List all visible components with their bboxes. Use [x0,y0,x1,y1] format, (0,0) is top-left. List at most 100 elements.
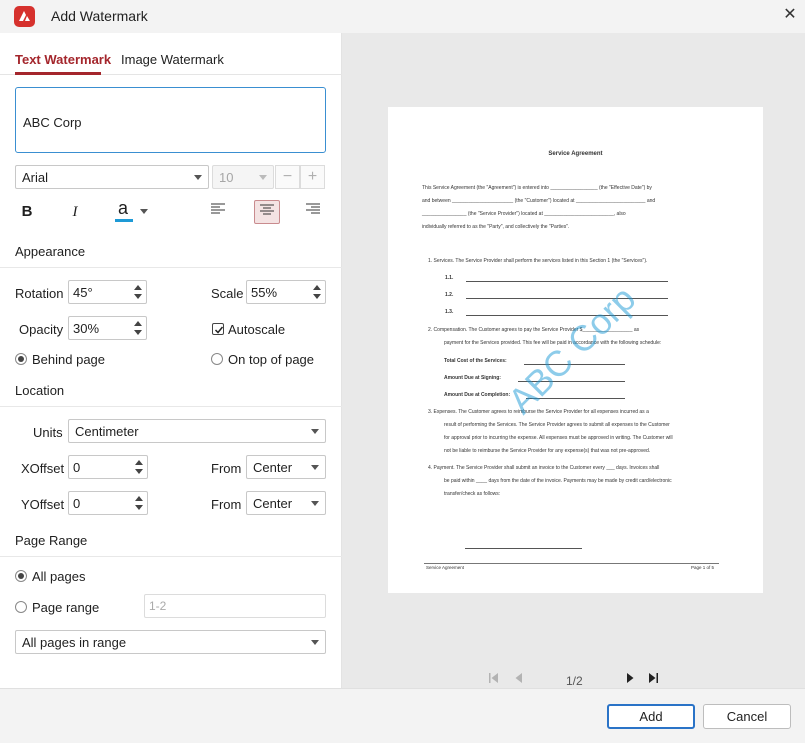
text-color-button[interactable]: a [112,198,152,224]
align-left-icon [211,203,225,214]
page-subset-value: All pages in range [22,635,127,650]
chevron-down-icon [311,640,319,645]
align-center-icon [260,204,274,215]
page-range-input[interactable]: 1-2 [144,594,326,618]
section-divider [0,406,342,407]
app-logo-icon [14,6,35,27]
autoscale-checkbox[interactable] [212,323,224,335]
chevron-down-icon [140,209,148,214]
doc-text: individually referred to as the "Party",… [422,224,570,230]
all-pages-radio[interactable] [15,570,27,582]
active-tab-indicator [15,72,101,75]
tab-image-watermark[interactable]: Image Watermark [121,52,224,67]
font-family-value: Arial [22,170,49,185]
xoffset-spinner[interactable]: 0 [68,455,148,479]
rotation-label: Rotation [15,286,64,301]
doc-text: 4. Payment. The Service Provider shall s… [428,465,660,471]
align-center-button[interactable] [254,200,280,224]
section-divider [0,556,342,557]
align-right-button[interactable] [300,200,326,224]
text-color-swatch [115,219,133,222]
close-icon[interactable]: ✕ [782,6,798,24]
y-from-select[interactable]: Center [246,491,326,515]
spinner-arrows-icon[interactable] [312,283,322,301]
page-range-heading: Page Range [15,533,88,548]
align-right-icon [306,203,320,214]
next-page-icon [627,673,634,683]
bold-button[interactable]: B [14,200,40,224]
doc-text: Amount Due at Signing: [444,375,501,381]
y-from-label: From [211,497,242,512]
cancel-button[interactable]: Cancel [703,704,791,729]
tab-text-watermark[interactable]: Text Watermark [15,52,111,67]
x-from-select[interactable]: Center [246,455,326,479]
check-icon [214,326,224,334]
units-select[interactable]: Centimeter [68,419,326,443]
scale-spinner[interactable]: 55% [246,280,326,304]
chevron-down-icon [259,175,267,180]
x-from-label: From [211,461,242,476]
font-size-value: 10 [219,170,234,185]
chevron-down-icon [194,175,202,180]
spinner-arrows-icon[interactable] [133,283,143,301]
spinner-arrows-icon[interactable] [134,494,144,512]
section-divider [0,267,342,268]
yoffset-value: 0 [73,496,81,511]
autoscale-label: Autoscale [228,322,286,337]
on-top-label: On top of page [228,352,315,367]
doc-blank-line [466,315,668,316]
font-size-select[interactable]: 10 [212,165,274,189]
doc-text: 1.3. [445,309,454,315]
chevron-down-icon [311,429,319,434]
first-page-button[interactable] [488,672,500,687]
window-title: Add Watermark [51,8,148,24]
units-value: Centimeter [75,424,139,439]
doc-text: 1.1. [445,275,454,281]
doc-text: Total Cost of the Services: [444,358,507,364]
font-family-select[interactable]: Arial [15,165,209,189]
last-page-button[interactable] [647,672,659,687]
page-range-radio[interactable] [15,601,27,613]
next-page-button[interactable] [624,672,636,687]
add-button[interactable]: Add [607,704,695,729]
spinner-arrows-icon[interactable] [133,319,143,337]
watermark-text-input[interactable]: ABC Corp [15,87,326,153]
behind-page-radio[interactable] [15,353,27,365]
doc-text: transfer/check as follows: [444,491,501,497]
yoffset-spinner[interactable]: 0 [68,491,148,515]
all-pages-label: All pages [32,569,86,584]
doc-text: This Service Agreement (the "Agreement")… [422,185,652,191]
preview-page: Service Agreement This Service Agreement… [388,107,763,593]
page-range-label: Page range [32,600,100,615]
location-heading: Location [15,383,65,398]
xoffset-value: 0 [73,460,81,475]
chevron-down-icon [311,501,319,506]
yoffset-label: YOffset [21,497,65,512]
prev-page-button[interactable] [513,672,525,687]
font-size-increase-button[interactable]: + [300,165,325,189]
align-left-button[interactable] [205,200,231,224]
doc-footer-right: Page 1 of 5 [691,565,715,570]
last-page-icon [649,673,658,683]
doc-text: and between ______________________ (the … [422,198,656,204]
doc-text: for approval prior to incurring the expe… [444,435,673,441]
rotation-value: 45° [73,285,93,300]
font-size-decrease-button[interactable]: − [275,165,300,189]
units-label: Units [33,425,63,440]
rotation-spinner[interactable]: 45° [68,280,147,304]
chevron-down-icon [311,465,319,470]
doc-footer-rule [424,563,719,564]
italic-button[interactable]: I [62,200,88,224]
doc-text: not be liable to reimburse the Service P… [444,448,651,454]
doc-signature-line [465,548,582,549]
spinner-arrows-icon[interactable] [134,458,144,476]
doc-text: 1. Services. The Service Provider shall … [428,258,648,264]
scale-label: Scale [211,286,244,301]
scale-value: 55% [251,285,278,300]
opacity-spinner[interactable]: 30% [68,316,147,340]
on-top-radio[interactable] [211,353,223,365]
text-color-glyph: a [118,198,129,218]
page-subset-select[interactable]: All pages in range [15,630,326,654]
page-indicator: 1/2 [566,674,583,688]
y-from-value: Center [253,496,293,511]
